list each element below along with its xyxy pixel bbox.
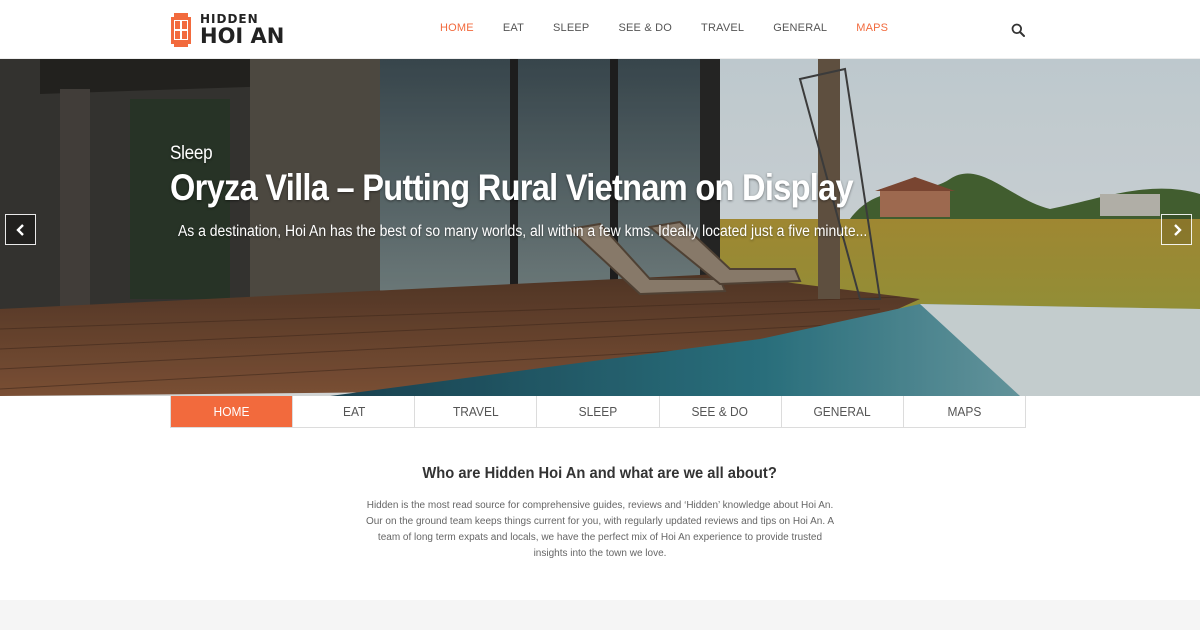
tab-eat[interactable]: EAT bbox=[292, 396, 415, 427]
about-heading: Who are Hidden Hoi An and what are we al… bbox=[0, 465, 1200, 483]
tab-general-label: GENERAL bbox=[813, 404, 871, 419]
tab-eat-label: EAT bbox=[342, 404, 365, 419]
category-tabs: HOME EAT TRAVEL SLEEP SEE & DO GENERAL M… bbox=[170, 396, 1026, 428]
nav-item-general[interactable]: GENERAL bbox=[773, 22, 827, 34]
hero-title[interactable]: Oryza Villa – Putting Rural Vietnam on D… bbox=[170, 167, 962, 209]
nav-item-maps[interactable]: MAPS bbox=[856, 22, 888, 34]
tab-home-label: HOME bbox=[213, 404, 250, 419]
tab-travel-label: TRAVEL bbox=[453, 404, 499, 419]
hero-caption: Sleep Oryza Villa – Putting Rural Vietna… bbox=[170, 143, 1070, 241]
nav-item-home[interactable]: HOME bbox=[440, 22, 474, 34]
about-body: Hidden is the most read source for compr… bbox=[365, 500, 835, 559]
site-header: HIDDEN HOI AN HOME EAT SLEEP SEE & DO TR… bbox=[0, 0, 1200, 59]
tab-home[interactable]: HOME bbox=[171, 396, 293, 427]
tab-see-do-label: SEE & DO bbox=[691, 404, 749, 419]
chevron-right-icon bbox=[1173, 223, 1182, 236]
logo-name-bottom: HOI AN bbox=[200, 24, 285, 48]
tab-maps-label: MAPS bbox=[947, 404, 982, 419]
nav-item-see-do[interactable]: SEE & DO bbox=[618, 22, 672, 34]
chevron-left-icon bbox=[15, 223, 24, 236]
tab-travel[interactable]: TRAVEL bbox=[414, 396, 537, 427]
tab-maps[interactable]: MAPS bbox=[902, 396, 1025, 427]
lantern-logo-icon bbox=[171, 13, 191, 47]
slider-next-button[interactable] bbox=[1161, 214, 1192, 245]
nav-item-travel[interactable]: TRAVEL bbox=[701, 22, 744, 34]
nav-item-eat[interactable]: EAT bbox=[503, 22, 524, 34]
tab-sleep[interactable]: SLEEP bbox=[536, 396, 659, 427]
hero-slider[interactable]: Sleep Oryza Villa – Putting Rural Vietna… bbox=[0, 59, 1200, 396]
search-icon[interactable] bbox=[1011, 23, 1025, 37]
about-heading-text: Who are Hidden Hoi An and what are we al… bbox=[422, 465, 778, 482]
tab-general[interactable]: GENERAL bbox=[780, 396, 903, 427]
site-logo[interactable]: HIDDEN HOI AN bbox=[170, 12, 284, 48]
tab-see-do[interactable]: SEE & DO bbox=[658, 396, 781, 427]
hero-excerpt: As a destination, Hoi An has the best of… bbox=[178, 223, 868, 240]
main-nav: HOME EAT SLEEP SEE & DO TRAVEL GENERAL M… bbox=[440, 22, 917, 34]
section-divider bbox=[0, 600, 1200, 630]
tab-sleep-label: SLEEP bbox=[578, 404, 618, 419]
nav-item-sleep[interactable]: SLEEP bbox=[553, 22, 589, 34]
slider-prev-button[interactable] bbox=[5, 214, 36, 245]
hero-category[interactable]: Sleep bbox=[170, 143, 213, 165]
